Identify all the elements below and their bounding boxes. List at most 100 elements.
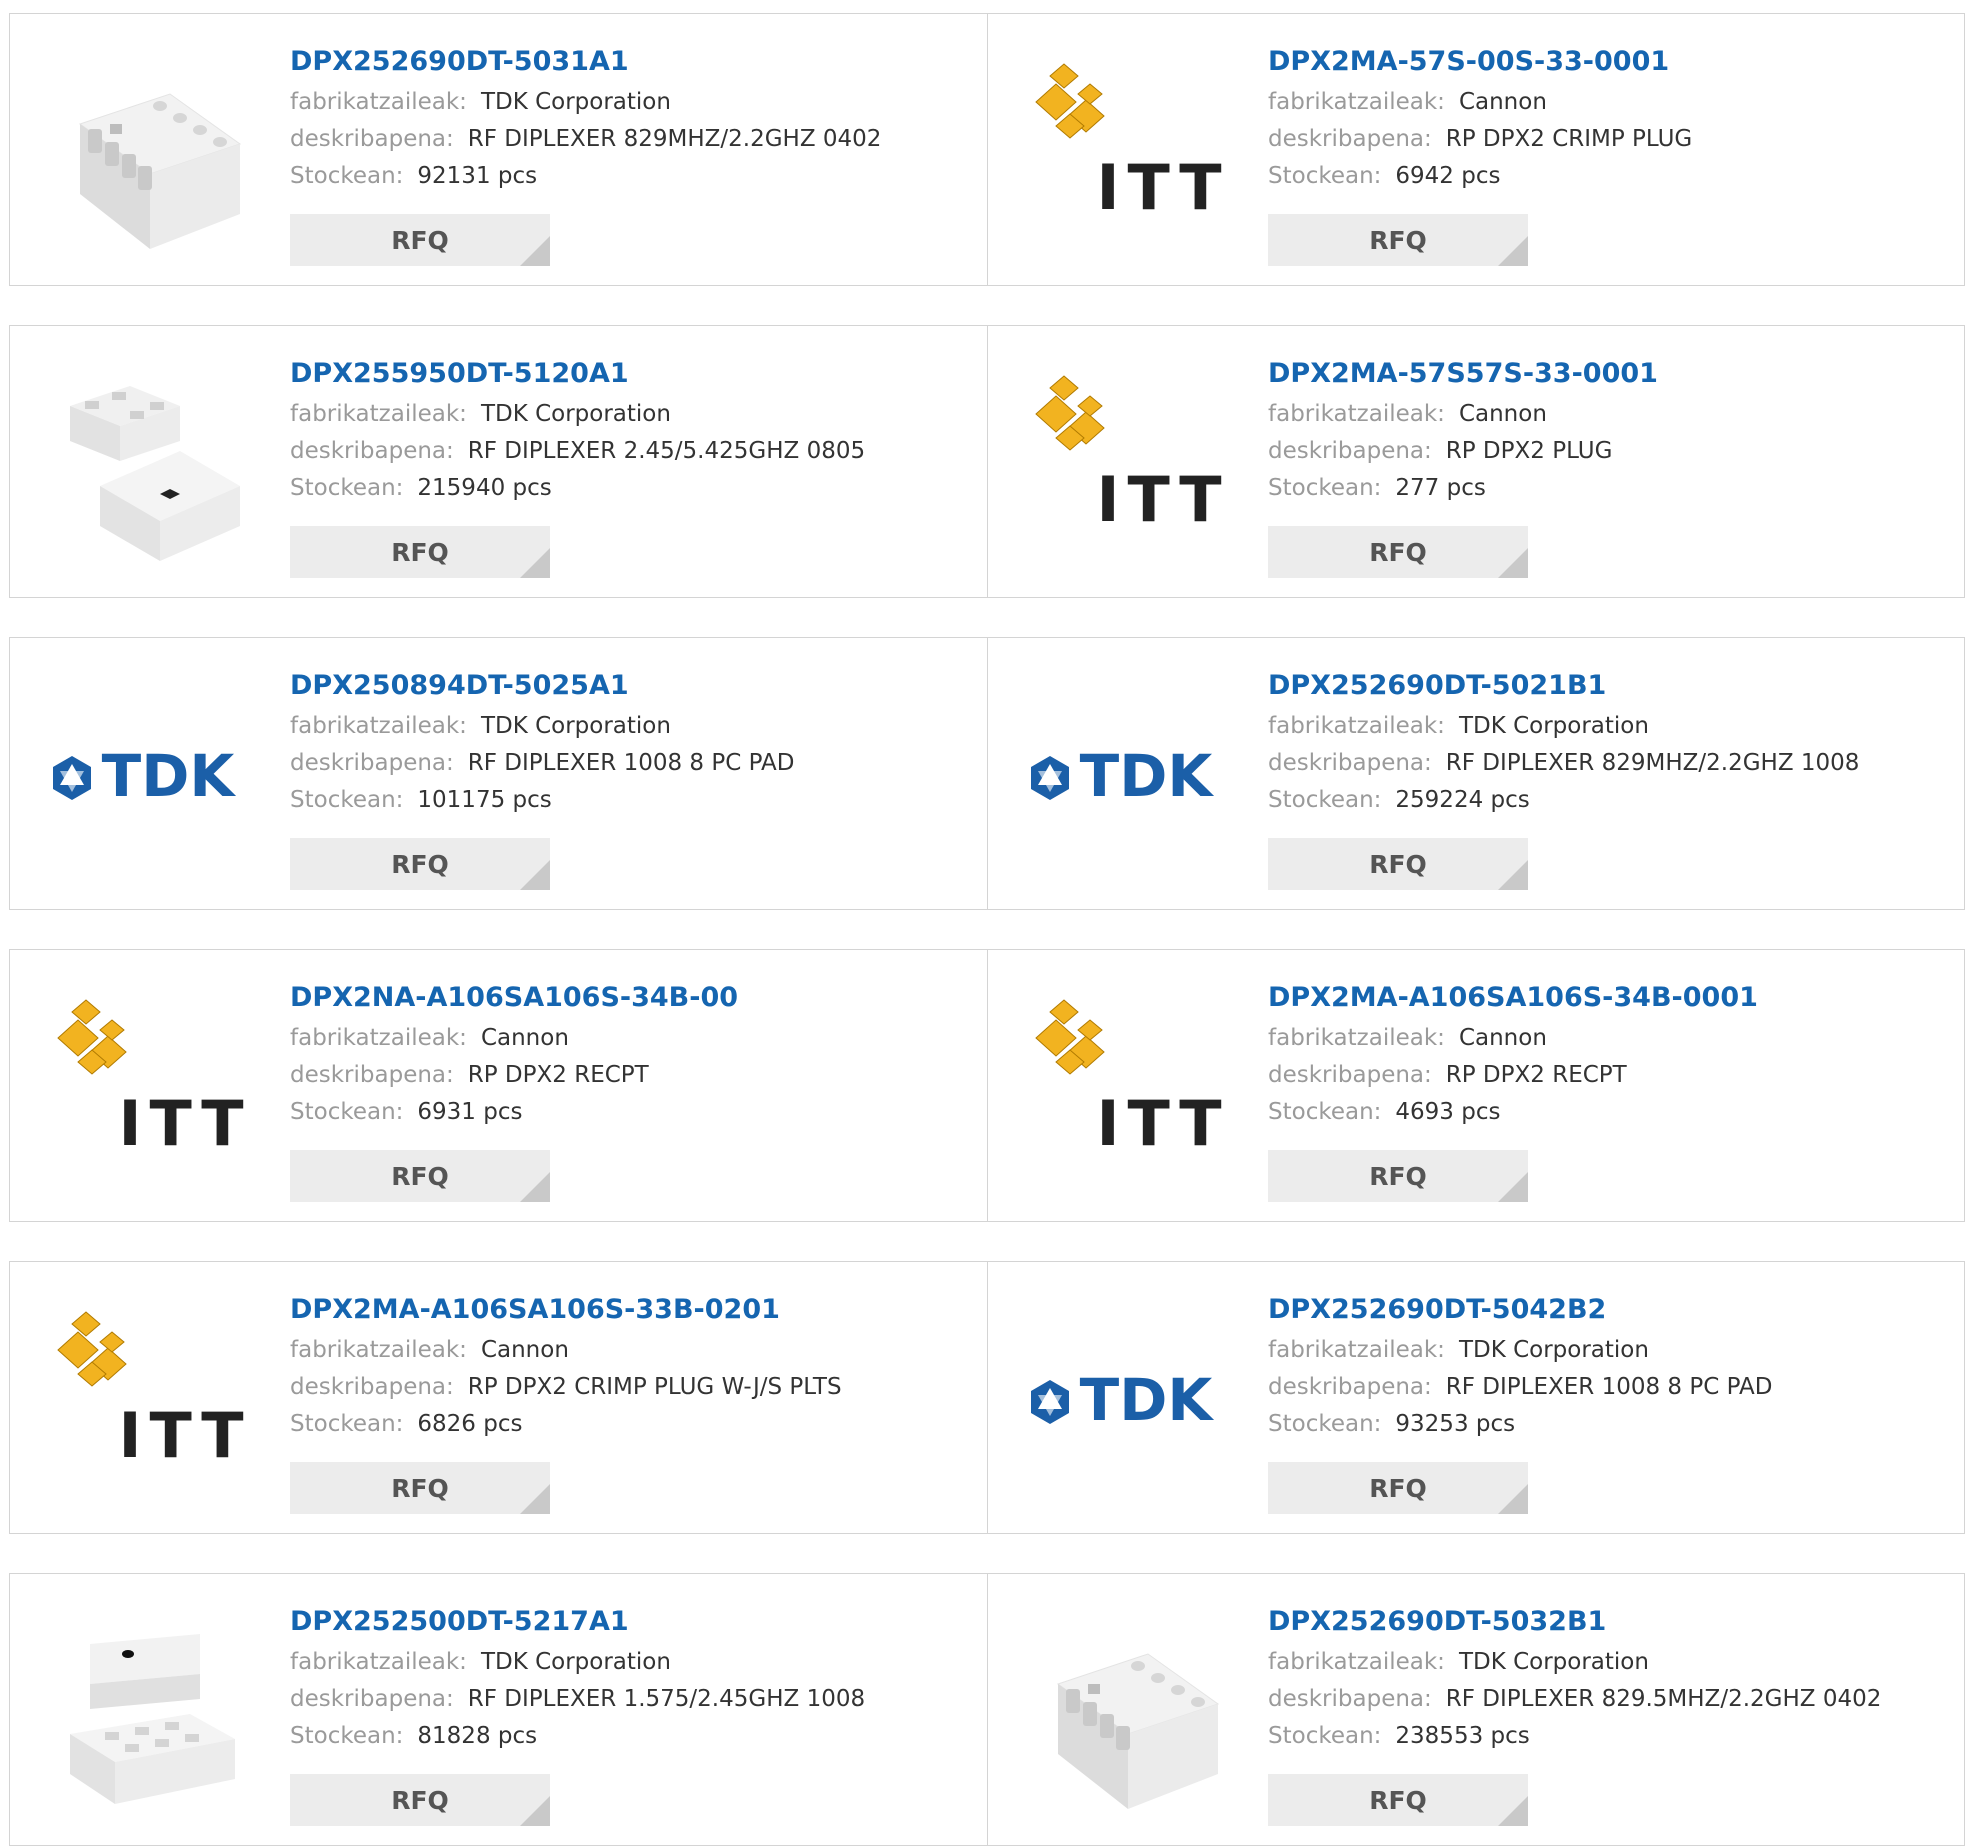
stock-line: Stockean: 238553 pcs bbox=[1268, 1718, 1881, 1755]
rfq-button[interactable]: RFQ bbox=[1268, 1150, 1528, 1202]
description-line: deskribapena: RP DPX2 CRIMP PLUG W-J/S PL… bbox=[290, 1369, 842, 1406]
svg-text:ITT: ITT bbox=[118, 1399, 250, 1472]
product-info: DPX252690DT-5042B2 fabrikatzaileak: TDK C… bbox=[1268, 1292, 1772, 1443]
description-label: deskribapena: bbox=[1268, 126, 1432, 152]
rfq-button[interactable]: RFQ bbox=[290, 214, 550, 266]
stock-label: Stockean: bbox=[1268, 787, 1382, 813]
stock-line: Stockean: 101175 pcs bbox=[290, 782, 794, 819]
product-part-link[interactable]: DPX250894DT-5025A1 bbox=[290, 668, 794, 708]
chip-8pad-icon[interactable] bbox=[1028, 1614, 1228, 1814]
description-label: deskribapena: bbox=[1268, 750, 1432, 776]
description-label: deskribapena: bbox=[1268, 1374, 1432, 1400]
rfq-button[interactable]: RFQ bbox=[290, 526, 550, 578]
chip-two-view-icon[interactable] bbox=[50, 366, 250, 566]
stock-value: 6826 pcs bbox=[417, 1411, 523, 1437]
manufacturer-label: fabrikatzaileak: bbox=[1268, 1649, 1445, 1675]
product-info: DPX250894DT-5025A1 fabrikatzaileak: TDK C… bbox=[290, 668, 794, 819]
product-part-link[interactable]: DPX252690DT-5032B1 bbox=[1268, 1604, 1881, 1644]
stock-line: Stockean: 277 pcs bbox=[1268, 470, 1658, 507]
tdk-logo[interactable]: TDK bbox=[50, 678, 250, 878]
manufacturer-value: Cannon bbox=[1458, 401, 1547, 427]
product-part-link[interactable]: DPX2MA-57S-00S-33-0001 bbox=[1268, 44, 1692, 84]
rfq-button[interactable]: RFQ bbox=[290, 838, 550, 890]
product-part-link[interactable]: DPX252690DT-5042B2 bbox=[1268, 1292, 1772, 1332]
product-card: ITT DPX2NA-A106SA106S-34B-00 fabrikatzai… bbox=[10, 950, 988, 1221]
stock-label: Stockean: bbox=[290, 787, 404, 813]
stock-label: Stockean: bbox=[290, 1099, 404, 1125]
stock-value: 6942 pcs bbox=[1395, 163, 1501, 189]
description-value: RP DPX2 RECPT bbox=[467, 1062, 649, 1088]
description-line: deskribapena: RF DIPLEXER 829MHZ/2.2GHZ 1… bbox=[1268, 745, 1859, 782]
rfq-button[interactable]: RFQ bbox=[1268, 1462, 1528, 1514]
corner-triangle-icon bbox=[1498, 1172, 1528, 1202]
product-part-link[interactable]: DPX252690DT-5031A1 bbox=[290, 44, 881, 84]
itt-logo[interactable]: ITT bbox=[50, 1302, 250, 1502]
stock-value: 259224 pcs bbox=[1395, 787, 1530, 813]
stock-value: 238553 pcs bbox=[1395, 1723, 1530, 1749]
svg-text:TDK: TDK bbox=[1080, 742, 1215, 810]
product-card: TDK DPX252690DT-5021B1 fabrikatzaileak: T… bbox=[988, 638, 1965, 909]
tdk-logo[interactable]: TDK bbox=[1028, 678, 1228, 878]
itt-logo[interactable]: ITT bbox=[1028, 366, 1228, 566]
corner-triangle-icon bbox=[1498, 860, 1528, 890]
manufacturer-value: Cannon bbox=[1458, 89, 1547, 115]
product-info: DPX252690DT-5021B1 fabrikatzaileak: TDK C… bbox=[1268, 668, 1859, 819]
itt-logo[interactable]: ITT bbox=[1028, 990, 1228, 1190]
manufacturer-line: fabrikatzaileak: TDK Corporation bbox=[290, 396, 865, 433]
rfq-label: RFQ bbox=[1369, 849, 1427, 879]
product-card: DPX252690DT-5032B1 fabrikatzaileak: TDK C… bbox=[988, 1574, 1965, 1845]
itt-logo[interactable]: ITT bbox=[1028, 54, 1228, 254]
product-info: DPX252690DT-5032B1 fabrikatzaileak: TDK C… bbox=[1268, 1604, 1881, 1755]
manufacturer-value: Cannon bbox=[480, 1025, 569, 1051]
product-card: DPX255950DT-5120A1 fabrikatzaileak: TDK C… bbox=[10, 326, 988, 597]
manufacturer-line: fabrikatzaileak: TDK Corporation bbox=[1268, 1332, 1772, 1369]
svg-text:ITT: ITT bbox=[1096, 1087, 1228, 1160]
stock-value: 93253 pcs bbox=[1395, 1411, 1516, 1437]
rfq-label: RFQ bbox=[1369, 1161, 1427, 1191]
manufacturer-line: fabrikatzaileak: TDK Corporation bbox=[290, 1644, 865, 1681]
rfq-button[interactable]: RFQ bbox=[290, 1462, 550, 1514]
chip-8pad-icon[interactable] bbox=[50, 54, 250, 254]
manufacturer-value: Cannon bbox=[480, 1337, 569, 1363]
corner-triangle-icon bbox=[520, 548, 550, 578]
product-part-link[interactable]: DPX255950DT-5120A1 bbox=[290, 356, 865, 396]
manufacturer-label: fabrikatzaileak: bbox=[290, 89, 467, 115]
stock-label: Stockean: bbox=[290, 163, 404, 189]
description-label: deskribapena: bbox=[290, 750, 454, 776]
description-label: deskribapena: bbox=[1268, 1686, 1432, 1712]
rfq-button[interactable]: RFQ bbox=[290, 1774, 550, 1826]
stock-line: Stockean: 6826 pcs bbox=[290, 1406, 842, 1443]
corner-triangle-icon bbox=[520, 860, 550, 890]
description-line: deskribapena: RF DIPLEXER 1008 8 PC PAD bbox=[1268, 1369, 1772, 1406]
itt-logo[interactable]: ITT bbox=[50, 990, 250, 1190]
corner-triangle-icon bbox=[520, 1484, 550, 1514]
manufacturer-value: TDK Corporation bbox=[1458, 1649, 1649, 1675]
product-card: TDK DPX252690DT-5042B2 fabrikatzaileak: T… bbox=[988, 1262, 1965, 1533]
rfq-button[interactable]: RFQ bbox=[1268, 838, 1528, 890]
product-part-link[interactable]: DPX2MA-A106SA106S-34B-0001 bbox=[1268, 980, 1758, 1020]
product-part-link[interactable]: DPX2MA-57S57S-33-0001 bbox=[1268, 356, 1658, 396]
rfq-button[interactable]: RFQ bbox=[1268, 526, 1528, 578]
rfq-button[interactable]: RFQ bbox=[1268, 214, 1528, 266]
product-part-link[interactable]: DPX252500DT-5217A1 bbox=[290, 1604, 865, 1644]
manufacturer-label: fabrikatzaileak: bbox=[1268, 89, 1445, 115]
rfq-label: RFQ bbox=[391, 1473, 449, 1503]
description-line: deskribapena: RP DPX2 CRIMP PLUG bbox=[1268, 121, 1692, 158]
product-row: DPX252690DT-5031A1 fabrikatzaileak: TDK C… bbox=[9, 13, 1965, 286]
product-part-link[interactable]: DPX2NA-A106SA106S-34B-00 bbox=[290, 980, 738, 1020]
rfq-button[interactable]: RFQ bbox=[1268, 1774, 1528, 1826]
product-part-link[interactable]: DPX2MA-A106SA106S-33B-0201 bbox=[290, 1292, 842, 1332]
chip-stack-icon[interactable] bbox=[50, 1614, 250, 1814]
rfq-label: RFQ bbox=[1369, 1473, 1427, 1503]
corner-triangle-icon bbox=[1498, 1484, 1528, 1514]
description-value: RF DIPLEXER 2.45/5.425GHZ 0805 bbox=[467, 438, 866, 464]
description-label: deskribapena: bbox=[290, 1374, 454, 1400]
stock-label: Stockean: bbox=[1268, 1099, 1382, 1125]
description-line: deskribapena: RF DIPLEXER 1.575/2.45GHZ 1… bbox=[290, 1681, 865, 1718]
product-row: ITT DPX2MA-A106SA106S-33B-0201 fabrikatz… bbox=[9, 1261, 1965, 1534]
tdk-logo[interactable]: TDK bbox=[1028, 1302, 1228, 1502]
product-card: TDK DPX250894DT-5025A1 fabrikatzaileak: T… bbox=[10, 638, 988, 909]
product-part-link[interactable]: DPX252690DT-5021B1 bbox=[1268, 668, 1859, 708]
rfq-button[interactable]: RFQ bbox=[290, 1150, 550, 1202]
stock-value: 92131 pcs bbox=[417, 163, 538, 189]
